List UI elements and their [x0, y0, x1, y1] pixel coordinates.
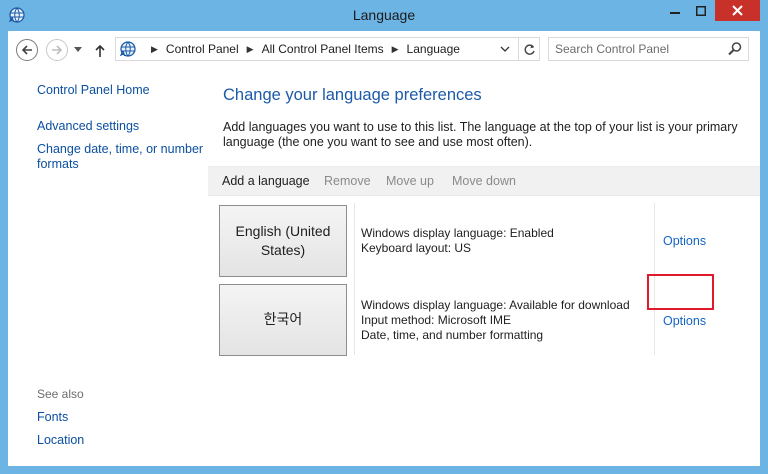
chevron-right-icon[interactable]: ▶	[151, 44, 158, 55]
remove-button[interactable]: Remove	[324, 174, 371, 188]
close-button[interactable]	[715, 0, 760, 21]
minimize-icon	[669, 11, 680, 14]
title-bar[interactable]: A Language	[0, 0, 768, 30]
language-toolbar: Add a language Remove Move up Move down	[208, 166, 760, 196]
window-title: Language	[352, 7, 416, 23]
display-language-status: Windows display language: Available for …	[361, 298, 630, 312]
sidebar-item-control-panel-home[interactable]: Control Panel Home	[37, 83, 207, 98]
address-bar[interactable]: A ▶ Control Panel ▶ All Control Panel It…	[115, 37, 540, 61]
chevron-right-icon[interactable]: ▶	[392, 44, 399, 55]
sidebar-item-change-date-formats[interactable]: Change date, time, or number formats	[37, 142, 207, 172]
keyboard-layout: Keyboard layout: US	[361, 241, 472, 255]
sidebar-item-advanced-settings[interactable]: Advanced settings	[37, 119, 207, 134]
navigation-bar: A ▶ Control Panel ▶ All Control Panel It…	[8, 31, 760, 69]
search-input[interactable]	[549, 38, 725, 60]
recent-locations-button[interactable]	[71, 39, 85, 61]
see-also-heading: See also	[37, 387, 84, 401]
options-link-english[interactable]: Options	[663, 234, 706, 248]
up-arrow-icon	[95, 44, 105, 57]
back-button[interactable]	[16, 39, 38, 61]
language-tile-korean[interactable]: 한국어	[219, 284, 347, 356]
breadcrumb-language[interactable]: Language	[407, 42, 460, 56]
refresh-icon	[524, 43, 535, 55]
forward-arrow-icon	[52, 45, 63, 55]
address-dropdown-button[interactable]	[498, 42, 512, 56]
client-area: A ▶ Control Panel ▶ All Control Panel It…	[8, 31, 760, 466]
up-button[interactable]	[92, 39, 108, 61]
minimize-button[interactable]	[661, 0, 688, 21]
left-navigation: Control Panel Home Advanced settings Cha…	[8, 69, 208, 466]
language-info-english: Windows display language: Enabled Keyboa…	[361, 226, 554, 256]
control-panel-icon: A	[119, 40, 137, 58]
date-time-formatting: Date, time, and number formatting	[361, 328, 544, 342]
language-window: A Language A ▶ Control Panel ▶ All Contr…	[0, 0, 768, 474]
breadcrumb-control-panel[interactable]: Control Panel	[166, 42, 239, 56]
sidebar-item-location[interactable]: Location	[37, 433, 207, 448]
maximize-button[interactable]	[688, 0, 714, 21]
refresh-button[interactable]	[518, 38, 540, 60]
sidebar-item-fonts[interactable]: Fonts	[37, 410, 207, 425]
search-icon[interactable]	[727, 41, 743, 57]
column-divider	[354, 203, 355, 355]
highlight-box	[647, 274, 714, 310]
move-down-button[interactable]: Move down	[452, 174, 516, 188]
add-language-button[interactable]: Add a language	[222, 174, 310, 188]
chevron-down-icon	[500, 46, 510, 52]
language-info-korean: Windows display language: Available for …	[361, 298, 630, 343]
breadcrumb-all-items[interactable]: All Control Panel Items	[262, 42, 384, 56]
options-link-korean[interactable]: Options	[663, 314, 706, 328]
chevron-right-icon[interactable]: ▶	[247, 44, 254, 55]
language-tile-english[interactable]: English (United States)	[219, 205, 347, 277]
search-box[interactable]	[548, 37, 749, 61]
svg-text:A: A	[120, 50, 126, 58]
breadcrumb: ▶ Control Panel ▶ All Control Panel Item…	[143, 38, 460, 60]
display-language-status: Windows display language: Enabled	[361, 226, 554, 240]
move-up-button[interactable]: Move up	[386, 174, 434, 188]
back-arrow-icon	[21, 45, 32, 55]
forward-button[interactable]	[46, 39, 68, 61]
input-method: Input method: Microsoft IME	[361, 313, 512, 327]
maximize-icon	[696, 5, 706, 16]
chevron-down-icon	[74, 47, 82, 52]
page-title: Change your language preferences	[223, 86, 482, 104]
page-description: Add languages you want to use to this li…	[223, 120, 738, 149]
close-icon	[732, 5, 743, 16]
